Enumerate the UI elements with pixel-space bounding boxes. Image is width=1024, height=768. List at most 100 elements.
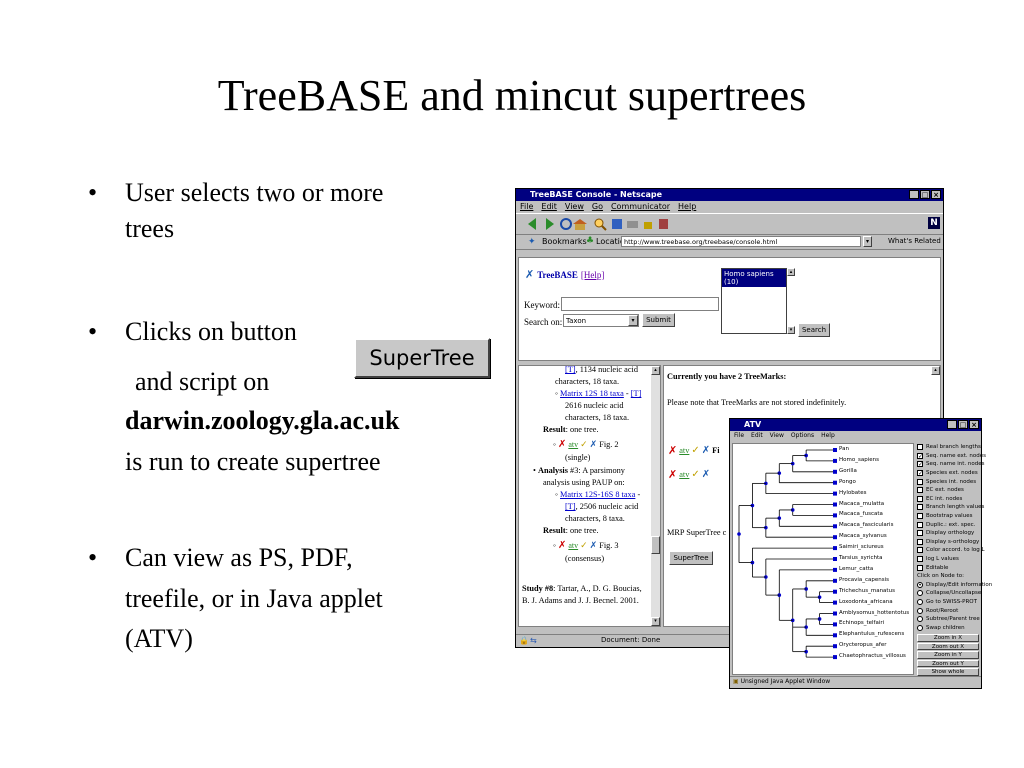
atv-option[interactable]: Bootstrap values: [917, 512, 979, 521]
taxon-label[interactable]: Pan: [839, 446, 849, 452]
checkbox[interactable]: [917, 521, 923, 528]
tip-node[interactable]: [833, 622, 837, 627]
download-icon[interactable]: ✓: [580, 439, 588, 451]
close-button[interactable]: ×: [969, 420, 979, 429]
taxon-label[interactable]: Orycteropus_afer: [839, 642, 886, 648]
search-on-select[interactable]: Taxon ▾: [563, 314, 639, 327]
atv-zoom-button[interactable]: Show whole: [917, 668, 979, 676]
checkbox[interactable]: [917, 504, 923, 511]
atv-option[interactable]: EC int. nodes: [917, 495, 979, 504]
minimize-button[interactable]: _: [909, 190, 919, 199]
matrix-12s-18-tree-link[interactable]: [T]: [631, 389, 642, 398]
atv-node-action[interactable]: • Display/Edit information: [917, 581, 992, 590]
atv-option[interactable]: EC ext. nodes: [917, 486, 979, 495]
atv-node-action[interactable]: Root/Reroot: [917, 606, 979, 615]
whats-related-button[interactable]: What's Related: [888, 237, 941, 245]
menu-go[interactable]: Go: [592, 201, 603, 213]
checkbox[interactable]: [917, 478, 923, 485]
atv-zoom-button[interactable]: Zoom out X: [917, 642, 979, 651]
search-icon[interactable]: [594, 218, 607, 231]
security-icon[interactable]: [644, 222, 652, 229]
supertree-button-image[interactable]: SuperTree: [354, 338, 490, 378]
forward-icon[interactable]: [546, 218, 554, 230]
taxon-label[interactable]: Saimiri_sciureus: [839, 544, 884, 550]
menu-file[interactable]: File: [734, 431, 744, 441]
tip-node[interactable]: [833, 589, 837, 594]
taxon-label[interactable]: Procavia_capensis: [839, 577, 889, 583]
checkbox[interactable]: [917, 564, 923, 571]
menu-view[interactable]: View: [565, 201, 584, 213]
radio[interactable]: [917, 590, 923, 597]
atv-option[interactable]: Species int. nodes: [917, 477, 979, 486]
atv-option[interactable]: ✓ Seq. name ext. nodes: [917, 452, 986, 461]
download-icon[interactable]: ✓: [691, 469, 699, 480]
atv-option[interactable]: Color accord. to log L: [917, 546, 985, 555]
tip-node[interactable]: [833, 633, 837, 638]
search-button[interactable]: Search: [798, 323, 830, 337]
supertree-button[interactable]: SuperTree: [669, 551, 713, 565]
tip-node[interactable]: [833, 578, 837, 583]
checkbox[interactable]: [917, 487, 923, 494]
atv-option[interactable]: Real branch lengths: [917, 443, 981, 452]
scroll-down-arrow[interactable]: ▾: [651, 617, 660, 626]
menu-edit[interactable]: Edit: [541, 201, 557, 213]
tip-node[interactable]: [833, 557, 837, 561]
minimize-button[interactable]: _: [947, 420, 957, 429]
taxon-label[interactable]: Macaca_mulatta: [839, 501, 884, 507]
atv-option[interactable]: Branch length values: [917, 503, 984, 512]
tree-icon[interactable]: ✗: [590, 540, 598, 552]
tip-node[interactable]: [833, 458, 837, 463]
tip-node[interactable]: [833, 600, 837, 605]
taxon-list[interactable]: Homo sapiens (10): [721, 268, 787, 334]
reload-icon[interactable]: [560, 218, 572, 230]
download-icon[interactable]: ✓: [580, 540, 588, 552]
menu-edit[interactable]: Edit: [751, 431, 763, 441]
taxon-label[interactable]: Lemur_catta: [839, 566, 873, 572]
stop-icon[interactable]: [659, 219, 668, 229]
keyword-input[interactable]: [561, 297, 719, 311]
matrix-12s-16s-tree-link[interactable]: [T]: [565, 502, 576, 511]
chevron-down-icon[interactable]: ▾: [628, 315, 638, 326]
scroll-thumb[interactable]: [651, 536, 660, 554]
atv-node-action[interactable]: Go to SWISS-PROT: [917, 598, 979, 607]
checkbox[interactable]: [917, 513, 923, 520]
results-scrollbar[interactable]: ▴ ▾: [651, 366, 660, 626]
taxon-label[interactable]: Echinops_telfairi: [839, 620, 884, 626]
tip-node[interactable]: [833, 491, 837, 496]
print-icon[interactable]: [627, 221, 638, 228]
taxon-label[interactable]: Chaetophractus_villosus: [839, 653, 906, 659]
tip-node[interactable]: [833, 469, 837, 474]
taxon-label[interactable]: Tarsius_syrichta: [839, 555, 883, 561]
tree-link[interactable]: [T]: [565, 366, 576, 374]
tree-icon[interactable]: ✗: [702, 445, 710, 456]
atv-option[interactable]: Display s-orthology: [917, 538, 979, 547]
menu-help[interactable]: Help: [821, 431, 835, 441]
atv-option[interactable]: ✓ Species ext. nodes: [917, 469, 979, 478]
taxon-label[interactable]: Loxodonta_africana: [839, 599, 893, 605]
tip-node[interactable]: [833, 535, 837, 540]
atv-zoom-button[interactable]: Zoom out Y: [917, 659, 979, 668]
radio-selected[interactable]: •: [917, 581, 923, 588]
back-icon[interactable]: [528, 218, 536, 230]
internal-node[interactable]: [737, 532, 741, 536]
radio[interactable]: [917, 598, 923, 605]
checkbox[interactable]: [917, 556, 923, 563]
atv-icon[interactable]: atv: [679, 470, 689, 479]
tip-node[interactable]: [833, 513, 837, 518]
tree-canvas[interactable]: Pan Homo_sapiens Gorilla Pongo Hylobates Maca…: [732, 443, 914, 675]
taxon-label[interactable]: Elephantulus_rufescens: [839, 631, 904, 637]
download-icon[interactable]: ✓: [691, 445, 699, 456]
taxon-label[interactable]: Macaca_fascicularis: [839, 522, 893, 528]
taxon-label[interactable]: Homo_sapiens: [839, 457, 879, 463]
atv-node-action[interactable]: Swap children: [917, 623, 979, 632]
tip-node[interactable]: [833, 644, 837, 649]
taxon-label[interactable]: Trichechus_manatus: [839, 588, 895, 594]
radio[interactable]: [917, 624, 923, 631]
taxon-list-scroll-down[interactable]: ▾: [787, 326, 795, 334]
menu-file[interactable]: File: [520, 201, 533, 213]
tip-node[interactable]: [833, 546, 837, 551]
close-button[interactable]: ×: [931, 190, 941, 199]
tip-node[interactable]: [833, 480, 837, 485]
checkbox[interactable]: [917, 444, 923, 451]
scroll-up-arrow[interactable]: ▴: [651, 366, 660, 375]
